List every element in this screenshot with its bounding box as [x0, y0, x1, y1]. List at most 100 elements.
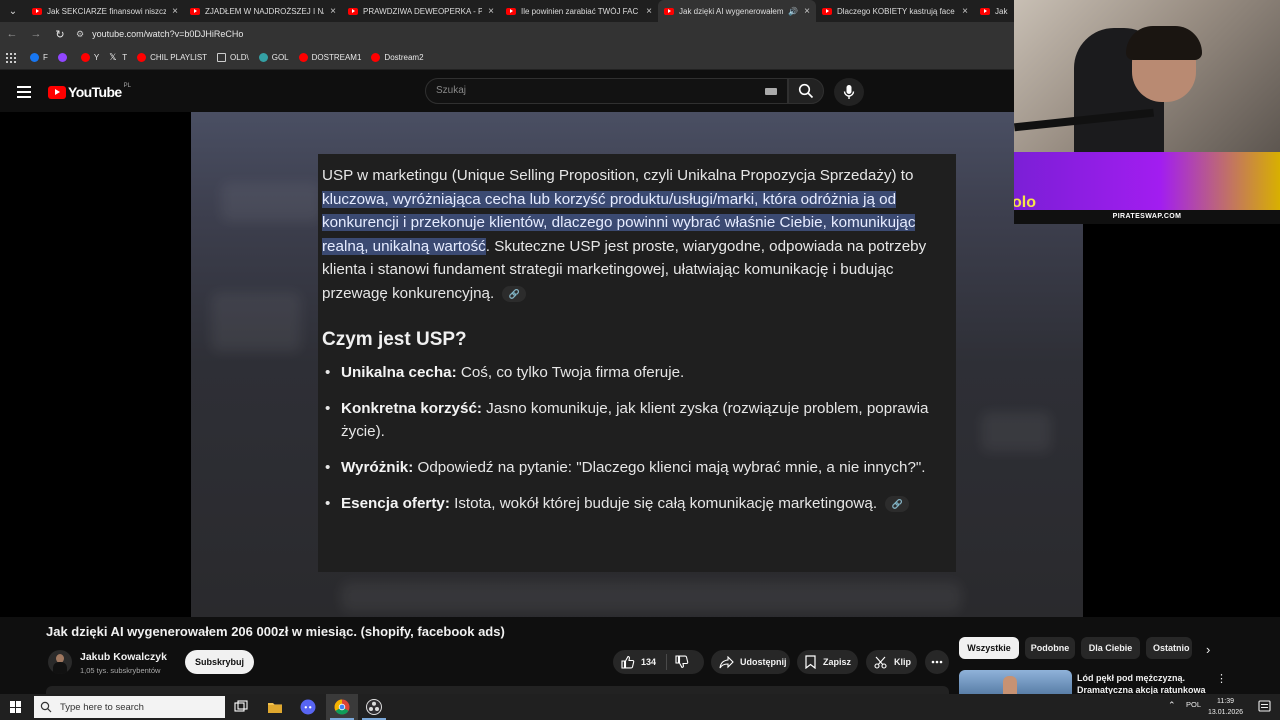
- taskbar-clock[interactable]: 11:39 13.01.2026: [1208, 696, 1243, 718]
- more-horizontal-icon: [931, 660, 943, 664]
- thumbs-down-icon: [675, 655, 689, 669]
- bookmark-item[interactable]: F: [30, 53, 48, 62]
- notification-icon[interactable]: [1258, 700, 1271, 713]
- tab-close-icon[interactable]: ×: [804, 6, 810, 17]
- channel-name[interactable]: Jakub Kowalczyk: [80, 651, 167, 663]
- browser-tab[interactable]: Jak dzięki AI wygenerowałem 🔊 ×: [658, 0, 816, 22]
- keyboard-language[interactable]: POL: [1186, 700, 1201, 709]
- link-icon[interactable]: 🔗: [502, 285, 527, 302]
- link-icon[interactable]: 🔗: [885, 495, 910, 512]
- bookmark-label: T: [122, 53, 128, 62]
- menu-hamburger-icon[interactable]: [17, 86, 31, 101]
- site-info-icon[interactable]: ⚙: [76, 29, 84, 40]
- tab-title: ZJADŁEM W NAJDROŻSZEJ I NAJ: [205, 6, 325, 16]
- browser-tab[interactable]: Dlaczego KOBIETY kastrują face ×: [816, 0, 974, 22]
- share-label: Udostępnij: [740, 657, 787, 667]
- chevron-right-icon[interactable]: ›: [1206, 642, 1210, 657]
- youtube-header: YouTube PL Szukaj: [0, 70, 1014, 112]
- thumbs-up-icon: [621, 655, 635, 669]
- dislike-button[interactable]: [675, 655, 689, 669]
- taskbar-search-box[interactable]: Type here to search: [34, 696, 225, 718]
- browser-tab[interactable]: Ile powinien zarabiać TWÓJ FAC ×: [500, 0, 658, 22]
- tray-chevron-up-icon[interactable]: ⌃: [1168, 700, 1176, 711]
- chip-dla-ciebie[interactable]: Dla Ciebie: [1081, 637, 1140, 659]
- youtube-wordmark: YouTube: [68, 84, 122, 100]
- usp-bullet: Unikalna cecha: Coś, co tylko Twoja firm…: [322, 361, 956, 385]
- bookmark-item[interactable]: GOL: [258, 53, 289, 62]
- tab-close-icon[interactable]: ×: [330, 6, 336, 17]
- clock-time: 11:39: [1217, 698, 1235, 705]
- tab-close-icon[interactable]: ×: [172, 6, 178, 17]
- youtube-logo[interactable]: YouTube PL: [48, 83, 131, 100]
- browser-tab[interactable]: Jak: [974, 0, 1016, 22]
- next-video-title[interactable]: Lód pękł pod mężczyzną. Dramatyczna akcj…: [1077, 672, 1207, 694]
- search-icon: [798, 83, 814, 99]
- subscribe-button[interactable]: Subskrybuj: [185, 650, 254, 674]
- search-button[interactable]: [788, 78, 824, 104]
- usp-definition: USP w marketingu (Unique Selling Proposi…: [322, 164, 956, 306]
- youtube-favicon-icon: [190, 7, 200, 15]
- bookmark-item[interactable]: Y: [80, 53, 99, 62]
- url-text: youtube.com/watch?v=b0DJHiReCHo: [92, 29, 244, 39]
- tab-title: PRAWDZIWA DEWEOPERKA - P: [363, 6, 483, 16]
- audio-playing-icon[interactable]: 🔊: [788, 7, 798, 16]
- windows-start-icon[interactable]: [10, 701, 22, 713]
- clip-button[interactable]: Klip: [866, 650, 917, 674]
- back-icon[interactable]: ←: [0, 28, 24, 40]
- tab-title: Jak: [995, 6, 1008, 16]
- youtube-icon: [80, 53, 90, 62]
- clock-date: 13.01.2026: [1208, 709, 1244, 716]
- chip-wszystkie[interactable]: Wszystkie: [959, 637, 1019, 659]
- chip-podobne[interactable]: Podobne: [1025, 637, 1075, 659]
- tab-close-icon[interactable]: ×: [646, 6, 652, 17]
- next-video-thumbnail[interactable]: [959, 670, 1072, 694]
- keyboard-icon[interactable]: [765, 88, 777, 95]
- voice-search-button[interactable]: [834, 78, 864, 106]
- browser-tab[interactable]: Jak SEKCIARZE finansowi niszczą ×: [26, 0, 184, 22]
- description-box[interactable]: [46, 686, 949, 694]
- tab-close-icon[interactable]: ×: [962, 6, 968, 17]
- bookmark-item[interactable]: OLD\: [217, 53, 249, 62]
- bullet-term: Unikalna cecha:: [341, 364, 457, 382]
- share-button[interactable]: Udostępnij: [711, 650, 790, 674]
- search-input[interactable]: Szukaj: [425, 78, 788, 104]
- intro-text: USP w marketingu (Unique Selling Proposi…: [322, 167, 914, 184]
- more-actions-button[interactable]: [925, 650, 949, 674]
- bookmark-label: F: [43, 53, 48, 62]
- bookmark-item[interactable]: [57, 53, 71, 62]
- like-button[interactable]: 134: [613, 655, 656, 669]
- clip-label: Klip: [894, 657, 911, 667]
- forward-icon[interactable]: →: [24, 28, 48, 40]
- sponsor-banner: olo PIRATESWAP.COM: [1014, 152, 1280, 224]
- channel-avatar[interactable]: [48, 650, 72, 674]
- usp-bullet: Wyróżnik: Odpowiedź na pytanie: "Dlaczeg…: [322, 456, 956, 480]
- browser-tab[interactable]: PRAWDZIWA DEWEOPERKA - P ×: [342, 0, 500, 22]
- bookmark-item[interactable]: DOSTREAM1: [298, 53, 362, 62]
- apps-grid-icon[interactable]: [6, 52, 16, 63]
- section-heading: Czym jest USP?: [322, 328, 467, 350]
- tab-title: Ile powinien zarabiać TWÓJ FAC: [521, 6, 639, 16]
- address-bar[interactable]: ⚙ youtube.com/watch?v=b0DJHiReCHo: [76, 24, 1014, 44]
- discord-icon[interactable]: [300, 699, 316, 715]
- youtube-icon: [137, 53, 147, 62]
- bookmark-label: DOSTREAM1: [311, 53, 362, 62]
- bookmarks-bar: F Y 𝕏 T CHIL PLAYLIST OLD\ GOL DOSTREAM1 Dostrea…: [0, 46, 1014, 70]
- bookmark-item[interactable]: 𝕏T: [109, 53, 128, 63]
- chip-ostatnio[interactable]: Ostatnio: [1146, 637, 1192, 659]
- reload-icon[interactable]: ↻: [48, 28, 72, 41]
- youtube-favicon-icon: [348, 7, 358, 15]
- browser-tab[interactable]: ZJADŁEM W NAJDROŻSZEJ I NAJ ×: [184, 0, 342, 22]
- kebab-menu-icon[interactable]: ⋮: [1216, 672, 1227, 685]
- bookmark-item[interactable]: CHIL PLAYLIST: [137, 53, 207, 62]
- chrome-icon[interactable]: [334, 699, 350, 715]
- file-explorer-icon[interactable]: [267, 699, 283, 715]
- youtube-icon: [371, 53, 381, 62]
- save-button[interactable]: Zapisz: [797, 650, 858, 674]
- bookmark-item[interactable]: Dostream2: [371, 53, 424, 62]
- tab-search-chevron-icon[interactable]: ⌄: [0, 0, 26, 22]
- obs-icon[interactable]: [366, 699, 382, 715]
- tab-close-icon[interactable]: ×: [488, 6, 494, 17]
- microphone-icon: [843, 85, 855, 99]
- youtube-play-icon: [48, 85, 66, 99]
- task-view-icon[interactable]: [234, 699, 248, 715]
